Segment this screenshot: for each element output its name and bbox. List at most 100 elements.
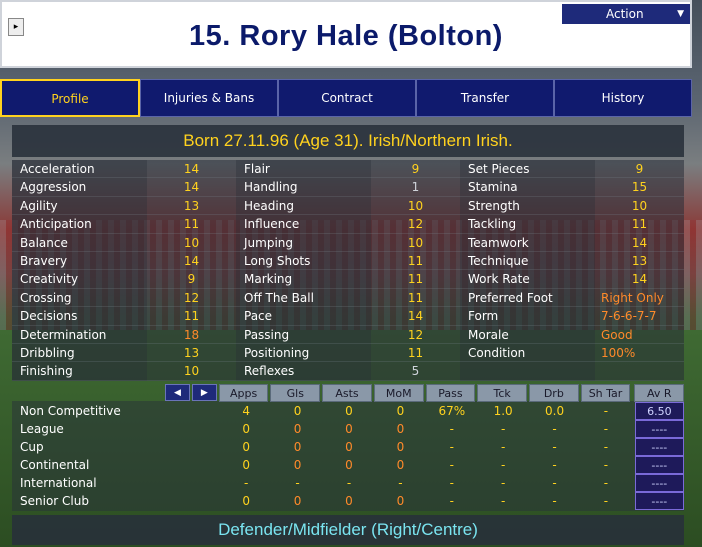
stats-column-header[interactable]: Pass: [425, 384, 476, 402]
attribute-name: Dribbling: [12, 343, 147, 363]
attribute-name: Anticipation: [12, 215, 147, 234]
attribute-name: Strength: [460, 196, 595, 216]
stats-value: -: [449, 440, 454, 454]
attribute-row: Crossing 12 Off The Ball 11 Preferred Foot Ri…: [12, 288, 684, 308]
stats-row-label: Senior Club: [20, 494, 89, 508]
tab-transfer[interactable]: Transfer: [416, 79, 554, 117]
attribute-name: [460, 362, 595, 381]
stats-value: 0: [396, 422, 405, 436]
stats-value: -: [295, 476, 300, 490]
attribute-value: 10: [147, 233, 236, 252]
attribute-value: 13: [147, 196, 236, 216]
attribute-name: Determination: [12, 325, 147, 344]
attribute-value: 13: [147, 343, 236, 363]
attribute-value: 7-6-6-7-7: [595, 307, 684, 326]
attribute-name: Long Shots: [236, 251, 371, 271]
attribute-name: Reflexes: [236, 362, 371, 381]
attribute-name: Tackling: [460, 215, 595, 234]
attribute-name: Jumping: [236, 233, 371, 252]
stats-column-header[interactable]: Sh Tar: [580, 384, 631, 402]
attribute-row: Anticipation 11 Influence 12 Tackling 11: [12, 215, 684, 234]
tab-injuries-bans[interactable]: Injuries & Bans: [140, 79, 278, 117]
average-rating-button[interactable]: ----: [634, 438, 685, 456]
arrow-left-icon[interactable]: ◀: [165, 384, 190, 401]
stats-value: -: [552, 458, 557, 472]
attribute-row: Creativity 9 Marking 11 Work Rate 14: [12, 270, 684, 289]
stats-column-header[interactable]: Tck: [477, 384, 527, 402]
stats-column-header[interactable]: Gls: [270, 384, 321, 402]
stats-value: 0: [396, 440, 405, 454]
attribute-name: Condition: [460, 343, 595, 363]
stats-row: Continental 0 0 0 0- - - - ----: [12, 456, 685, 474]
attribute-name: Positioning: [236, 343, 371, 363]
attribute-value: 11: [147, 307, 236, 326]
attribute-value: 15: [595, 178, 684, 197]
stats-value: 0: [396, 494, 405, 508]
attribute-name: Aggression: [12, 178, 147, 197]
attribute-value: 9: [147, 270, 236, 289]
stats-value: -: [500, 440, 506, 454]
tab-contract[interactable]: Contract: [278, 79, 416, 117]
attribute-name: Decisions: [12, 307, 147, 326]
tab-profile[interactable]: Profile: [0, 79, 140, 117]
stats-value: -: [603, 422, 609, 436]
attributes-table: Acceleration 14 Flair 9 Set Pieces 9 Aggressio…: [12, 160, 684, 381]
attribute-value: 14: [595, 233, 684, 252]
stats-value: 0: [345, 494, 353, 508]
attribute-value: 14: [147, 251, 236, 271]
stats-value: -: [500, 458, 506, 472]
stats-column-header[interactable]: Av R: [634, 384, 685, 402]
stats-value: -: [500, 476, 506, 490]
stats-value: -: [500, 422, 506, 436]
stats-value: 0.0: [545, 404, 565, 418]
average-rating-button[interactable]: 6.50: [634, 402, 685, 420]
attribute-row: Balance 10 Jumping 10 Teamwork 14: [12, 233, 684, 252]
average-rating-button[interactable]: ----: [634, 492, 685, 510]
stats-row-label: International: [20, 476, 97, 490]
attribute-name: Bravery: [12, 251, 147, 271]
average-rating-button[interactable]: ----: [634, 474, 685, 492]
stats-value: 4: [242, 404, 251, 418]
stats-value: 0: [345, 404, 353, 418]
attribute-name: Flair: [236, 160, 371, 179]
attribute-value: 11: [595, 215, 684, 234]
stats-column-header[interactable]: MoM: [373, 384, 424, 402]
attribute-row: Dribbling 13 Positioning 11 Condition 100%: [12, 343, 684, 363]
stats-value: 0: [396, 458, 405, 472]
attribute-name: Form: [460, 307, 595, 326]
arrow-right-icon[interactable]: ▶: [191, 384, 217, 401]
attribute-value: 10: [371, 196, 460, 216]
stats-header: ◀ ▶ Apps Gls Asts MoM Pass Tck Drb Sh Tar Av R: [12, 383, 685, 402]
attribute-value: 10: [147, 362, 236, 381]
attribute-name: Passing: [236, 325, 371, 344]
stats-value: 67%: [438, 404, 466, 418]
attribute-row: Acceleration 14 Flair 9 Set Pieces 9: [12, 160, 684, 179]
stats-column-header[interactable]: Apps: [218, 384, 269, 402]
stats-column-header[interactable]: Drb: [528, 384, 579, 402]
stats-row-label: Non Competitive: [20, 404, 121, 418]
stats-row: Cup 0 0 0 0- - - - ----: [12, 438, 685, 456]
attribute-value: 12: [371, 215, 460, 234]
attribute-name: Finishing: [12, 362, 147, 381]
stats-value: 0: [293, 440, 302, 454]
attribute-name: Set Pieces: [460, 160, 595, 179]
stats-value: -: [603, 494, 609, 508]
average-rating-button[interactable]: ----: [634, 456, 685, 474]
attribute-value: [595, 362, 684, 381]
attribute-name: Crossing: [12, 288, 147, 308]
attribute-name: Teamwork: [460, 233, 595, 252]
average-rating-button[interactable]: ----: [634, 420, 685, 438]
attribute-value: Right Only: [595, 288, 684, 308]
action-menu-button[interactable]: Action ▼: [562, 4, 690, 24]
attribute-name: Agility: [12, 196, 147, 216]
attribute-value: 11: [371, 288, 460, 308]
stats-value: 0: [293, 494, 302, 508]
tab-history[interactable]: History: [554, 79, 692, 117]
tab-bar: Profile Injuries & Bans Contract Transfe…: [0, 79, 692, 117]
stats-value: -: [603, 458, 609, 472]
attribute-value: 1: [371, 178, 460, 197]
stats-value: 0: [396, 404, 405, 418]
attribute-value: Good: [595, 325, 684, 344]
attribute-name: Marking: [236, 270, 371, 289]
stats-column-header[interactable]: Asts: [322, 384, 372, 402]
